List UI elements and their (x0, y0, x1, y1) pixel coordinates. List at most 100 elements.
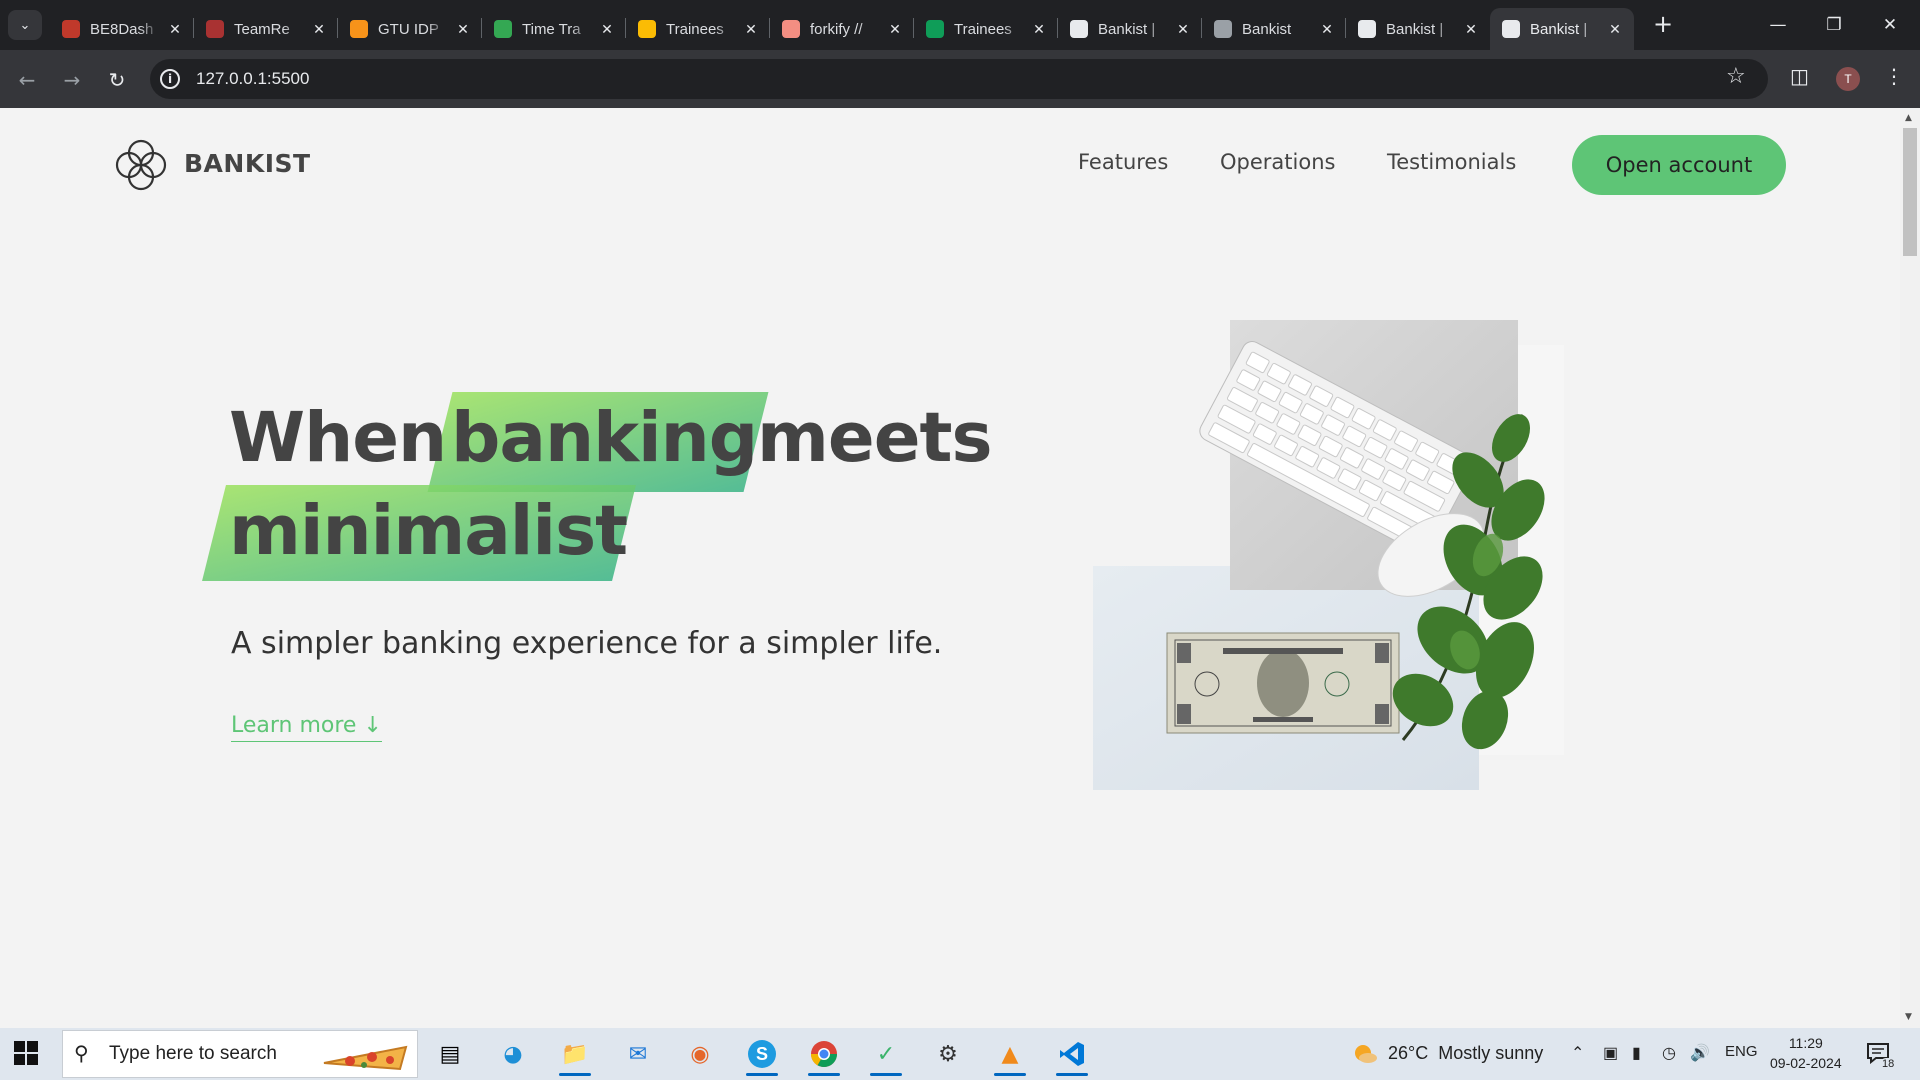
close-tab-icon[interactable]: ✕ (1462, 21, 1480, 38)
browser-tab[interactable]: Bankist ✕ (1202, 8, 1346, 50)
weather-condition: Mostly sunny (1438, 1043, 1544, 1063)
close-tab-icon[interactable]: ✕ (886, 21, 904, 38)
globe-icon (1214, 20, 1232, 38)
close-tab-icon[interactable]: ✕ (742, 21, 760, 38)
address-bar-url[interactable]: 127.0.0.1:5500 (196, 69, 309, 89)
vscode-icon[interactable] (1052, 1036, 1092, 1076)
time-tracker-icon[interactable]: ✓ (866, 1036, 906, 1076)
browser-tab[interactable]: GTU IDP ✕ (338, 8, 482, 50)
taskbar-search-placeholder[interactable]: Type here to search (109, 1043, 277, 1065)
firefox-icon[interactable]: ◉ (680, 1036, 720, 1072)
browser-tab[interactable]: TeamRe ✕ (194, 8, 338, 50)
address-bar[interactable] (150, 59, 1768, 99)
browser-tab[interactable]: Bankist | ✕ (1490, 8, 1634, 50)
task-view-icon[interactable]: ▤ (430, 1036, 470, 1072)
clock-date: 09-02-2024 (1770, 1055, 1842, 1071)
vlc-icon[interactable]: ▲ (990, 1036, 1030, 1076)
google-sheets-icon (926, 20, 944, 38)
forward-button[interactable]: → (55, 63, 89, 97)
browser-tab[interactable]: forkify // ✕ (770, 8, 914, 50)
browser-tab[interactable]: Bankist | ✕ (1058, 8, 1202, 50)
weather-widget[interactable]: 26°C Mostly sunny (1388, 1043, 1543, 1064)
chrome-icon[interactable] (804, 1036, 844, 1076)
minimize-icon: — (1769, 15, 1787, 35)
nav-link-operations[interactable]: Operations (1220, 150, 1335, 174)
page-viewport: BANKIST Features Operations Testimonials… (0, 108, 1900, 1028)
bankist-logo-icon (1070, 20, 1088, 38)
hero-word-when: When (229, 398, 447, 478)
reload-button[interactable]: ↻ (100, 63, 134, 97)
scroll-down-icon[interactable]: ▼ (1905, 1012, 1912, 1022)
restore-icon: ❐ (1826, 15, 1842, 35)
browser-tab[interactable]: BE8Dash ✕ (50, 8, 194, 50)
reload-icon: ↻ (108, 68, 126, 92)
volume-icon[interactable]: 🔊 (1690, 1043, 1710, 1063)
show-hidden-icons-chevron-icon[interactable]: ⌃ (1571, 1043, 1584, 1063)
arrow-left-icon: ← (18, 68, 36, 92)
skype-icon[interactable]: S (742, 1036, 782, 1076)
tab-title: TeamRe (234, 20, 290, 38)
system-clock[interactable]: 11:29 09-02-2024 (1770, 1033, 1842, 1073)
close-tab-icon[interactable]: ✕ (166, 21, 184, 38)
hero-image (1093, 320, 1564, 790)
edge-icon[interactable]: ◕ (493, 1036, 533, 1072)
more-menu-icon[interactable]: ⋮ (1884, 64, 1904, 88)
close-tab-icon[interactable]: ✕ (1030, 21, 1048, 38)
battery-icon[interactable]: ▮ (1632, 1043, 1641, 1063)
forkify-orange-icon (782, 20, 800, 38)
browser-tab[interactable]: Time Tra ✕ (482, 8, 626, 50)
tab-title: Bankist (1242, 20, 1292, 38)
open-account-button[interactable]: Open account (1572, 135, 1786, 195)
side-panel-icon[interactable]: ◫ (1790, 64, 1809, 88)
clock-check-green-icon (494, 20, 512, 38)
new-tab-button[interactable]: + (1649, 11, 1677, 39)
bankist-logo-icon[interactable] (112, 136, 170, 194)
scroll-up-icon[interactable]: ▲ (1905, 113, 1912, 123)
browser-tab[interactable]: Trainees ✕ (626, 8, 770, 50)
hero-word-meets: meets (757, 398, 993, 478)
browser-tab[interactable]: Bankist | ✕ (1346, 8, 1490, 50)
hero-word-minimalist: minimalist (229, 491, 628, 571)
site-info-icon[interactable]: i (160, 69, 180, 89)
input-language[interactable]: ENG (1725, 1043, 1758, 1060)
clock-time: 11:29 (1788, 1035, 1823, 1051)
back-button[interactable]: ← (10, 63, 44, 97)
bookmark-star-icon[interactable]: ☆ (1726, 64, 1746, 89)
mail-icon[interactable]: ✉ (618, 1036, 658, 1072)
close-icon: ✕ (1882, 15, 1898, 35)
close-tab-icon[interactable]: ✕ (454, 21, 472, 38)
restore-button[interactable]: ❐ (1806, 8, 1862, 42)
nav-link-testimonials[interactable]: Testimonials (1387, 150, 1516, 174)
windows-start-icon[interactable] (14, 1041, 38, 1065)
browser-tab[interactable]: Trainees ✕ (914, 8, 1058, 50)
wifi-icon[interactable]: ◷ (1662, 1043, 1676, 1063)
close-tab-icon[interactable]: ✕ (1318, 21, 1336, 38)
arrow-right-icon: → (63, 68, 81, 92)
pizza-icon (323, 1045, 408, 1071)
close-tab-icon[interactable]: ✕ (310, 21, 328, 38)
close-window-button[interactable]: ✕ (1862, 8, 1918, 42)
tab-title: Bankist | (1098, 20, 1156, 38)
weather-sun-icon[interactable] (1352, 1041, 1378, 1067)
notification-count-badge: 18 (1880, 1058, 1897, 1070)
scrollbar-thumb[interactable] (1903, 128, 1917, 256)
close-tab-icon[interactable]: ✕ (1606, 21, 1624, 38)
close-tab-icon[interactable]: ✕ (598, 21, 616, 38)
tab-title: forkify // (810, 20, 863, 38)
tab-title: GTU IDP (378, 20, 439, 38)
weather-temperature: 26°C (1388, 1043, 1429, 1063)
tab-title: Time Tra (522, 20, 581, 38)
profile-avatar[interactable]: T (1836, 67, 1860, 91)
hero-word-banking: banking (451, 398, 758, 478)
file-explorer-icon[interactable]: 📁 (555, 1036, 595, 1076)
nav-link-features[interactable]: Features (1078, 150, 1168, 174)
bankist-logo-icon (1502, 20, 1520, 38)
learn-more-link[interactable]: Learn more ↓ (231, 713, 382, 742)
brand-name: BANKIST (184, 149, 311, 178)
close-tab-icon[interactable]: ✕ (1174, 21, 1192, 38)
settings-gear-icon[interactable]: ⚙ (928, 1036, 968, 1072)
tab-search-button[interactable]: ⌄ (8, 10, 42, 40)
meet-now-icon[interactable]: ▣ (1603, 1043, 1618, 1063)
google-drive-icon (638, 20, 656, 38)
minimize-button[interactable]: — (1750, 8, 1806, 42)
